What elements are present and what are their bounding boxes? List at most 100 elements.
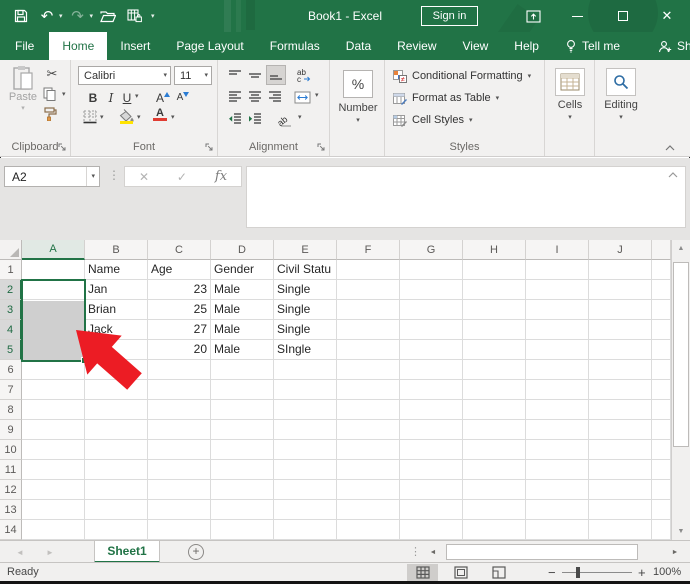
column-header-H[interactable]: H: [463, 240, 526, 260]
cell-E14[interactable]: [274, 520, 337, 540]
cell-partial-11[interactable]: [652, 460, 671, 480]
cell-partial-1[interactable]: [652, 260, 671, 280]
shrink-font-button[interactable]: A: [175, 89, 191, 106]
cell-F13[interactable]: [337, 500, 400, 520]
zoom-level[interactable]: 100%: [653, 566, 681, 578]
cell-E6[interactable]: [274, 360, 337, 380]
tab-page-layout[interactable]: Page Layout: [163, 32, 256, 60]
page-layout-view-icon[interactable]: [445, 564, 476, 581]
cell-E3[interactable]: Single: [274, 300, 337, 320]
cell-J11[interactable]: [589, 460, 652, 480]
cell-partial-10[interactable]: [652, 440, 671, 460]
number-format-button[interactable]: % Number ▾: [342, 70, 374, 124]
cell-I7[interactable]: [526, 380, 589, 400]
sheet-nav-left-icon[interactable]: ◄: [8, 541, 32, 563]
column-header-partial[interactable]: [652, 240, 671, 260]
decrease-indent-icon[interactable]: [226, 110, 244, 128]
font-dialog-launcher-icon[interactable]: [205, 143, 214, 152]
cell-A1[interactable]: [22, 260, 85, 280]
cell-A2[interactable]: [22, 280, 85, 300]
cell-G10[interactable]: [400, 440, 463, 460]
minimize-button[interactable]: [560, 0, 594, 32]
cell-I14[interactable]: [526, 520, 589, 540]
borders-icon[interactable]: [83, 110, 97, 124]
enter-icon[interactable]: ✓: [177, 170, 187, 184]
cell-H13[interactable]: [463, 500, 526, 520]
cell-J9[interactable]: [589, 420, 652, 440]
row-header-8[interactable]: 8: [0, 400, 22, 420]
cell-J5[interactable]: [589, 340, 652, 360]
cell-partial-13[interactable]: [652, 500, 671, 520]
row-header-2[interactable]: 2: [0, 280, 22, 300]
tab-review[interactable]: Review: [384, 32, 449, 60]
cell-E4[interactable]: Single: [274, 320, 337, 340]
cell-E13[interactable]: [274, 500, 337, 520]
tab-file[interactable]: File: [0, 32, 49, 60]
cell-G7[interactable]: [400, 380, 463, 400]
cell-J13[interactable]: [589, 500, 652, 520]
cell-I3[interactable]: [526, 300, 589, 320]
cell-J8[interactable]: [589, 400, 652, 420]
column-header-G[interactable]: G: [400, 240, 463, 260]
collapse-ribbon-icon[interactable]: [660, 142, 680, 154]
cell-B10[interactable]: [85, 440, 148, 460]
bottom-align-icon[interactable]: [266, 65, 286, 85]
column-header-I[interactable]: I: [526, 240, 589, 260]
cell-partial-6[interactable]: [652, 360, 671, 380]
cell-I10[interactable]: [526, 440, 589, 460]
cell-A10[interactable]: [22, 440, 85, 460]
cell-D9[interactable]: [211, 420, 274, 440]
top-align-icon[interactable]: [226, 66, 244, 84]
cell-I12[interactable]: [526, 480, 589, 500]
cell-C12[interactable]: [148, 480, 211, 500]
cell-F11[interactable]: [337, 460, 400, 480]
cell-H8[interactable]: [463, 400, 526, 420]
cell-G12[interactable]: [400, 480, 463, 500]
cell-styles-button[interactable]: Cell Styles ▾: [393, 112, 472, 128]
underline-dropdown-icon[interactable]: ▾: [135, 93, 139, 100]
row-header-7[interactable]: 7: [0, 380, 22, 400]
cell-F9[interactable]: [337, 420, 400, 440]
cell-I4[interactable]: [526, 320, 589, 340]
cell-D11[interactable]: [211, 460, 274, 480]
format-as-table-button[interactable]: Format as Table ▾: [393, 90, 499, 106]
row-header-6[interactable]: 6: [0, 360, 22, 380]
cell-G14[interactable]: [400, 520, 463, 540]
cell-D8[interactable]: [211, 400, 274, 420]
hscroll-left-icon[interactable]: ◄: [424, 543, 442, 561]
tab-share[interactable]: Share: [645, 32, 690, 60]
cell-partial-9[interactable]: [652, 420, 671, 440]
cell-F3[interactable]: [337, 300, 400, 320]
bold-button[interactable]: B: [85, 89, 101, 106]
tab-data[interactable]: Data: [333, 32, 384, 60]
cell-C1[interactable]: Age: [148, 260, 211, 280]
page-break-view-icon[interactable]: [483, 564, 514, 581]
merge-center-icon[interactable]: [292, 88, 312, 106]
font-name-combo[interactable]: Calibri▾: [78, 66, 171, 85]
underline-button[interactable]: U: [119, 89, 135, 106]
cell-B12[interactable]: [85, 480, 148, 500]
cell-H11[interactable]: [463, 460, 526, 480]
cell-E1[interactable]: Civil Statu: [274, 260, 337, 280]
horizontal-scroll-thumb[interactable]: [446, 544, 638, 560]
cell-D10[interactable]: [211, 440, 274, 460]
tab-help[interactable]: Help: [501, 32, 552, 60]
formula-input[interactable]: [246, 166, 686, 228]
italic-button[interactable]: I: [103, 89, 119, 106]
cell-B13[interactable]: [85, 500, 148, 520]
cell-J4[interactable]: [589, 320, 652, 340]
row-header-5[interactable]: 5: [0, 340, 22, 360]
normal-view-icon[interactable]: [407, 564, 438, 581]
wrap-text-icon[interactable]: abc: [294, 66, 314, 84]
zoom-out-icon[interactable]: −: [548, 565, 556, 580]
zoom-slider-thumb[interactable]: [576, 567, 580, 578]
cell-H3[interactable]: [463, 300, 526, 320]
cell-I11[interactable]: [526, 460, 589, 480]
cell-H4[interactable]: [463, 320, 526, 340]
paste-button[interactable]: Paste ▾: [6, 65, 40, 135]
font-color-dropdown-icon[interactable]: ▾: [171, 114, 175, 121]
column-header-A[interactable]: A: [22, 240, 85, 260]
cell-D5[interactable]: Male: [211, 340, 274, 360]
close-button[interactable]: ✕: [650, 0, 684, 32]
copy-icon[interactable]: [43, 87, 56, 101]
